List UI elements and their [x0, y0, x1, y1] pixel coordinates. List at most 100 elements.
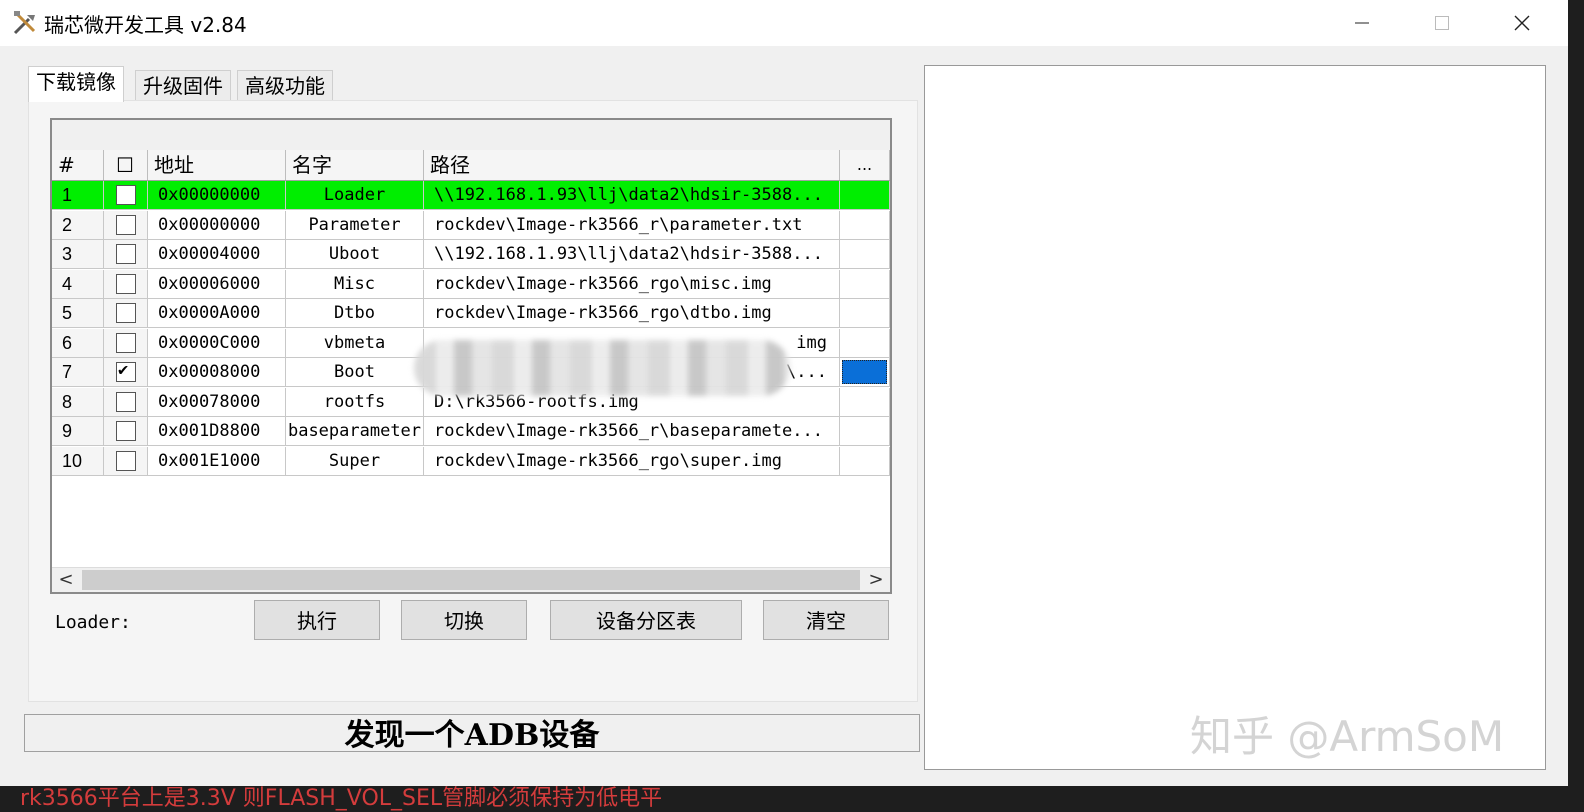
- maximize-icon: [1435, 16, 1449, 30]
- row-browse-cell[interactable]: [840, 328, 890, 358]
- row-checkbox-cell: [104, 387, 148, 417]
- row-checkbox[interactable]: [116, 273, 136, 294]
- title-bar: 瑞芯微开发工具 v2.84: [0, 0, 1568, 46]
- scroll-left-arrow[interactable]: <: [52, 568, 80, 592]
- row-number: 8: [52, 387, 104, 417]
- execute-button[interactable]: 执行: [254, 600, 380, 640]
- row-browse-cell[interactable]: [840, 269, 890, 299]
- row-number: 7: [52, 358, 104, 387]
- clear-button[interactable]: 清空: [763, 600, 889, 640]
- scroll-thumb[interactable]: [82, 570, 860, 590]
- header-path[interactable]: 路径: [424, 150, 840, 180]
- header-check[interactable]: ☐: [104, 150, 148, 180]
- table-row[interactable]: 10 0x001E1000 Super rockdev\Image-rk3566_rg…: [52, 446, 890, 476]
- checkmark-icon: ✔: [118, 360, 129, 380]
- switch-button[interactable]: 切换: [401, 600, 527, 640]
- window-title: 瑞芯微开发工具 v2.84: [44, 13, 247, 37]
- row-checkbox-cell: [104, 210, 148, 240]
- row-number: 10: [52, 446, 104, 476]
- row-path[interactable]: rockdev\Image-rk3566_rgo\super.img: [424, 446, 840, 476]
- table-row[interactable]: 4 0x00006000 Misc rockdev\Image-rk3566_rgo\…: [52, 269, 890, 299]
- row-path[interactable]: rockdev\Image-rk3566_rgo\dtbo.img: [424, 299, 840, 328]
- row-name[interactable]: Dtbo: [286, 299, 424, 328]
- row-checkbox[interactable]: [116, 214, 136, 235]
- table-row[interactable]: 3 0x00004000 Uboot \\192.168.1.93\llj\data2…: [52, 240, 890, 269]
- row-address[interactable]: 0x0000C000: [148, 328, 286, 358]
- row-address[interactable]: 0x00078000: [148, 387, 286, 417]
- row-path[interactable]: \\192.168.1.93\llj\data2\hdsir-3588...: [424, 181, 840, 210]
- row-checkbox[interactable]: [116, 185, 136, 205]
- row-path[interactable]: rockdev\Image-rk3566_r\parameter.txt: [424, 210, 840, 240]
- row-browse-cell[interactable]: [840, 181, 890, 210]
- row-number: 6: [52, 328, 104, 358]
- table-row[interactable]: 1 0x00000000 Loader \\192.168.1.93\llj\data…: [52, 181, 890, 210]
- header-address[interactable]: 地址: [148, 150, 286, 180]
- row-name[interactable]: Uboot: [286, 240, 424, 269]
- row-browse-cell[interactable]: [840, 387, 890, 417]
- app-window: 瑞芯微开发工具 v2.84 下载镜像 升级固件 高级功能 # ☐ 地址 名字 路…: [0, 0, 1568, 786]
- header-more[interactable]: ...: [840, 150, 890, 180]
- tools-icon: [12, 10, 38, 36]
- row-checkbox-cell: [104, 240, 148, 269]
- list-header: # ☐ 地址 名字 路径 ...: [52, 150, 890, 181]
- row-checkbox[interactable]: [116, 244, 136, 264]
- watermark: 知乎 @ArmSoM: [1190, 712, 1505, 761]
- selected-browse-cell[interactable]: [842, 360, 887, 384]
- table-row[interactable]: 5 0x0000A000 Dtbo rockdev\Image-rk3566_rgo\…: [52, 299, 890, 328]
- row-number: 3: [52, 240, 104, 269]
- row-browse-cell[interactable]: [840, 446, 890, 476]
- row-browse-cell[interactable]: [840, 358, 890, 387]
- row-checkbox[interactable]: [116, 391, 136, 412]
- horizontal-scrollbar[interactable]: < >: [52, 567, 890, 592]
- log-panel[interactable]: [924, 65, 1546, 770]
- row-browse-cell[interactable]: [840, 240, 890, 269]
- row-checkbox[interactable]: [116, 332, 136, 353]
- row-checkbox[interactable]: [116, 450, 136, 471]
- row-checkbox[interactable]: [116, 421, 136, 441]
- row-address[interactable]: 0x0000A000: [148, 299, 286, 328]
- row-checkbox[interactable]: ✔: [116, 360, 136, 382]
- row-address[interactable]: 0x00004000: [148, 240, 286, 269]
- row-address[interactable]: 0x00000000: [148, 210, 286, 240]
- row-checkbox-cell: ✔: [104, 358, 148, 387]
- row-name[interactable]: baseparameter: [286, 417, 424, 446]
- row-name[interactable]: rootfs: [286, 387, 424, 417]
- row-browse-cell[interactable]: [840, 299, 890, 328]
- row-path[interactable]: \\192.168.1.93\llj\data2\hdsir-3588...: [424, 240, 840, 269]
- table-row[interactable]: 2 0x00000000 Parameter rockdev\Image-rk3566…: [52, 210, 890, 240]
- list-top-bar: [52, 120, 890, 151]
- row-name[interactable]: Parameter: [286, 210, 424, 240]
- row-address[interactable]: 0x001D8800: [148, 417, 286, 446]
- header-num[interactable]: #: [52, 150, 104, 180]
- row-name[interactable]: Loader: [286, 181, 424, 210]
- row-browse-cell[interactable]: [840, 210, 890, 240]
- row-address[interactable]: 0x001E1000: [148, 446, 286, 476]
- close-button[interactable]: [1482, 0, 1562, 46]
- close-icon: [1514, 15, 1530, 31]
- row-browse-cell[interactable]: [840, 417, 890, 446]
- row-number: 4: [52, 269, 104, 299]
- row-checkbox[interactable]: [116, 303, 136, 323]
- row-name[interactable]: Misc: [286, 269, 424, 299]
- row-address[interactable]: 0x00008000: [148, 358, 286, 387]
- row-name[interactable]: vbmeta: [286, 328, 424, 358]
- row-address[interactable]: 0x00000000: [148, 181, 286, 210]
- row-address[interactable]: 0x00006000: [148, 269, 286, 299]
- row-path[interactable]: rockdev\Image-rk3566_rgo\misc.img: [424, 269, 840, 299]
- header-name[interactable]: 名字: [286, 150, 424, 180]
- tab-upgrade-firmware[interactable]: 升级固件: [135, 70, 231, 101]
- row-checkbox-cell: [104, 446, 148, 476]
- tab-download-image[interactable]: 下载镜像: [28, 66, 124, 102]
- row-number: 2: [52, 210, 104, 240]
- scroll-right-arrow[interactable]: >: [862, 568, 890, 592]
- row-number: 1: [52, 181, 104, 210]
- row-path[interactable]: rockdev\Image-rk3566_r\baseparamete...: [424, 417, 840, 446]
- row-checkbox-cell: [104, 269, 148, 299]
- maximize-button[interactable]: [1402, 0, 1482, 46]
- row-name[interactable]: Boot: [286, 358, 424, 387]
- partition-table-button[interactable]: 设备分区表: [550, 600, 742, 640]
- row-name[interactable]: Super: [286, 446, 424, 476]
- minimize-button[interactable]: [1322, 0, 1402, 46]
- table-row[interactable]: 9 0x001D8800 baseparameter rockdev\Image-rk…: [52, 417, 890, 446]
- tab-advanced[interactable]: 高级功能: [237, 70, 333, 101]
